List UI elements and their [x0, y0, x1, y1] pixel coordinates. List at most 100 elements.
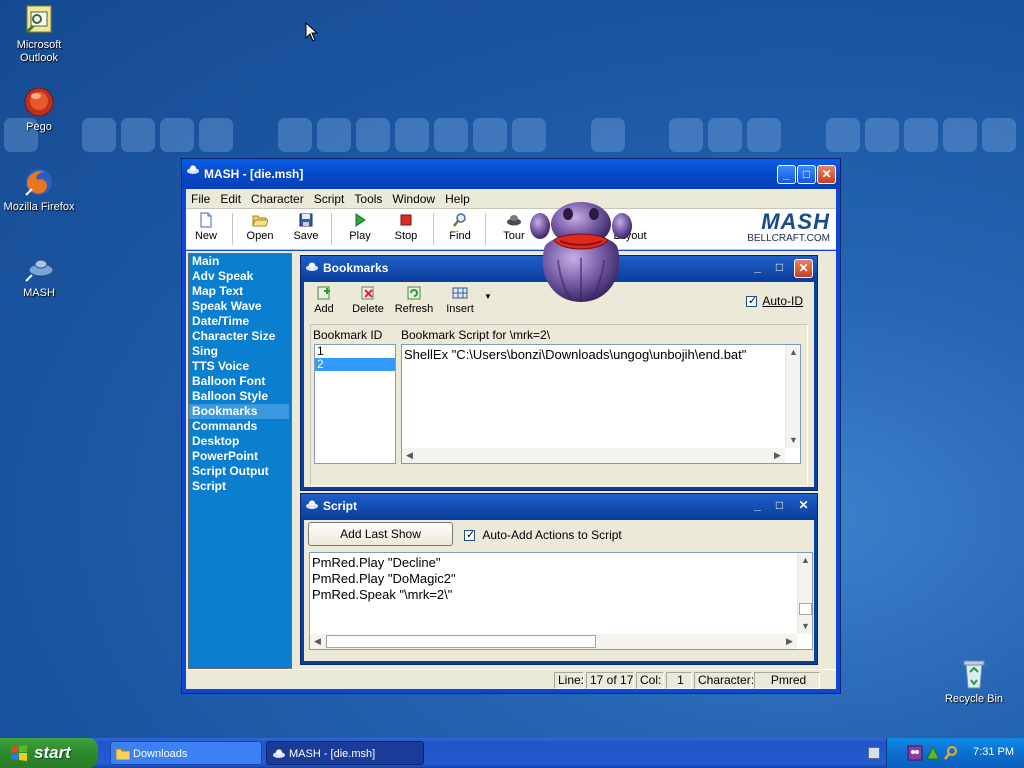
scroll-up-arrow-icon[interactable]: ▲ — [786, 345, 801, 360]
network-tray-icon[interactable] — [925, 745, 941, 761]
desktop-icon-firefox[interactable]: Mozilla Firefox — [1, 166, 77, 214]
nav-item-map-text[interactable]: Map Text — [192, 284, 243, 299]
play-button[interactable]: Play — [336, 211, 384, 247]
taskbar-item-mash[interactable]: MASH - [die.msh] — [266, 741, 424, 765]
auto-id-checkbox[interactable] — [746, 294, 757, 308]
scroll-left-arrow-icon[interactable]: ◀ — [310, 634, 325, 649]
script-line: PmRed.Speak "\mrk=2\" — [312, 587, 453, 602]
toolbar-separator — [331, 213, 332, 245]
nav-item-commands[interactable]: Commands — [192, 419, 257, 434]
nav-item-main[interactable]: Main — [192, 254, 219, 269]
desktop-icon-mash[interactable]: MASH — [1, 252, 77, 300]
nav-item-adv-speak[interactable]: Adv Speak — [192, 269, 253, 284]
script-close-button[interactable]: ✕ — [794, 497, 813, 516]
keyboard-tray-icon[interactable] — [868, 747, 880, 759]
bookmark-insert-button[interactable]: Insert — [438, 284, 482, 320]
script-titlebar[interactable]: Script _ □ ✕ — [301, 494, 817, 518]
main-toolbar: New Open Save Play Stop Find Tour Layout… — [186, 209, 836, 250]
nav-item-sing[interactable]: Sing — [192, 344, 218, 359]
nav-item-powerpoint[interactable]: PowerPoint — [192, 449, 258, 464]
auto-add-option[interactable]: Auto-Add Actions to Script — [464, 528, 622, 542]
save-button[interactable]: Save — [282, 211, 330, 247]
scroll-down-arrow-icon[interactable]: ▼ — [786, 433, 801, 448]
menu-tools[interactable]: Tools — [349, 189, 387, 206]
desktop-icon-outlook[interactable]: Microsoft Outlook — [1, 4, 77, 65]
nav-item-script-output[interactable]: Script Output — [192, 464, 269, 479]
nav-item-balloon-font[interactable]: Balloon Font — [192, 374, 265, 389]
start-button[interactable]: start — [0, 738, 98, 768]
menu-character[interactable]: Character — [246, 189, 309, 206]
wallpaper-tile — [82, 118, 116, 152]
bookmarks-maximize-button[interactable]: □ — [770, 259, 789, 278]
close-icon: ✕ — [798, 261, 809, 275]
bookmark-script-text[interactable]: ShellEx "C:\Users\bonzi\Downloads\ungog\… — [404, 347, 746, 362]
desktop-icon-recycle-bin[interactable]: Recycle Bin — [936, 658, 1012, 706]
bookmark-script-vscroll[interactable]: ▲ ▼ — [785, 345, 800, 448]
bookmarks-minimize-button[interactable]: _ — [748, 259, 767, 278]
bookmark-refresh-button[interactable]: Refresh — [392, 284, 436, 320]
nav-item-desktop[interactable]: Desktop — [192, 434, 239, 449]
nav-item-tts-voice[interactable]: TTS Voice — [192, 359, 249, 374]
bookmark-id-list[interactable]: 1 2 — [314, 344, 396, 464]
bookmark-script-editor[interactable]: ShellEx "C:\Users\bonzi\Downloads\ungog\… — [401, 344, 801, 464]
auto-id-option[interactable]: Auto-ID — [746, 294, 803, 308]
menu-script[interactable]: Script — [309, 189, 350, 206]
bonzi-tray-icon[interactable] — [907, 745, 923, 761]
scroll-right-arrow-icon[interactable]: ▶ — [782, 634, 797, 649]
wallpaper-tile — [943, 118, 977, 152]
mash-app-icon — [273, 749, 285, 758]
nav-item-bookmarks[interactable]: Bookmarks — [189, 404, 289, 419]
maximize-icon: □ — [775, 260, 784, 274]
bookmark-delete-button[interactable]: Delete — [346, 284, 390, 320]
add-last-show-button[interactable]: Add Last Show — [308, 522, 453, 546]
menu-window[interactable]: Window — [387, 189, 440, 206]
find-button[interactable]: Find — [436, 211, 484, 247]
nav-item-date-time[interactable]: Date/Time — [192, 314, 249, 329]
nav-item-speak-wave[interactable]: Speak Wave — [192, 299, 262, 314]
bookmark-script-header: Bookmark Script for \mrk=2\ — [401, 328, 551, 342]
search-tray-icon[interactable] — [943, 745, 959, 761]
stop-button[interactable]: Stop — [382, 211, 430, 247]
script-lines[interactable]: PmRed.Play "Decline" PmRed.Play "DoMagic… — [312, 555, 456, 603]
script-maximize-button[interactable]: □ — [770, 497, 789, 516]
bookmark-script-hscroll[interactable]: ◀ ▶ — [402, 448, 785, 463]
auto-add-checkbox[interactable] — [464, 528, 475, 542]
scroll-up-arrow-icon[interactable]: ▲ — [798, 553, 813, 568]
script-hscroll[interactable]: ◀ ▶ — [310, 634, 797, 649]
scroll-left-arrow-icon[interactable]: ◀ — [402, 448, 417, 463]
scroll-down-arrow-icon[interactable]: ▼ — [798, 619, 813, 634]
maximize-button[interactable]: □ — [797, 165, 816, 184]
nav-item-character-size[interactable]: Character Size — [192, 329, 275, 344]
mash-titlebar[interactable]: MASH - [die.msh] _ □ ✕ — [182, 159, 840, 189]
desktop-icon-pego[interactable]: Pego — [1, 86, 77, 134]
bookmarks-close-button[interactable]: ✕ — [794, 259, 813, 278]
clock: 7:31 PM — [973, 746, 1014, 758]
menu-edit[interactable]: Edit — [215, 189, 246, 206]
bookmark-id-item-selected[interactable]: 2 — [315, 358, 395, 371]
bookmark-add-button[interactable]: Add — [304, 284, 344, 320]
close-icon: ✕ — [798, 498, 809, 512]
scroll-thumb[interactable] — [326, 635, 596, 648]
script-minimize-button[interactable]: _ — [748, 497, 767, 516]
bookmark-id-item[interactable]: 1 — [315, 345, 395, 358]
insert-dropdown-arrow-icon[interactable]: ▼ — [484, 292, 492, 301]
nav-item-script[interactable]: Script — [192, 479, 226, 494]
open-button[interactable]: Open — [236, 211, 284, 247]
pmred-character[interactable] — [528, 200, 634, 306]
script-editor[interactable]: PmRed.Play "Decline" PmRed.Play "DoMagic… — [309, 552, 813, 650]
save-disk-icon — [298, 212, 314, 228]
nav-item-balloon-style[interactable]: Balloon Style — [192, 389, 268, 404]
script-vscroll[interactable]: ▲ ▼ — [797, 553, 812, 634]
scroll-thumb[interactable] — [799, 603, 812, 615]
mash-app-icon — [187, 165, 199, 174]
mash-icon — [23, 252, 55, 284]
close-button[interactable]: ✕ — [817, 165, 836, 184]
menu-file[interactable]: File — [186, 189, 215, 206]
taskbar-item-downloads[interactable]: Downloads — [110, 741, 262, 765]
menu-help[interactable]: Help — [440, 189, 475, 206]
minimize-button[interactable]: _ — [777, 165, 796, 184]
wallpaper-tile — [395, 118, 429, 152]
new-button[interactable]: New — [182, 211, 230, 247]
taskbar: start Downloads MASH - [die.msh] 7:31 PM — [0, 738, 1024, 768]
scroll-right-arrow-icon[interactable]: ▶ — [770, 448, 785, 463]
